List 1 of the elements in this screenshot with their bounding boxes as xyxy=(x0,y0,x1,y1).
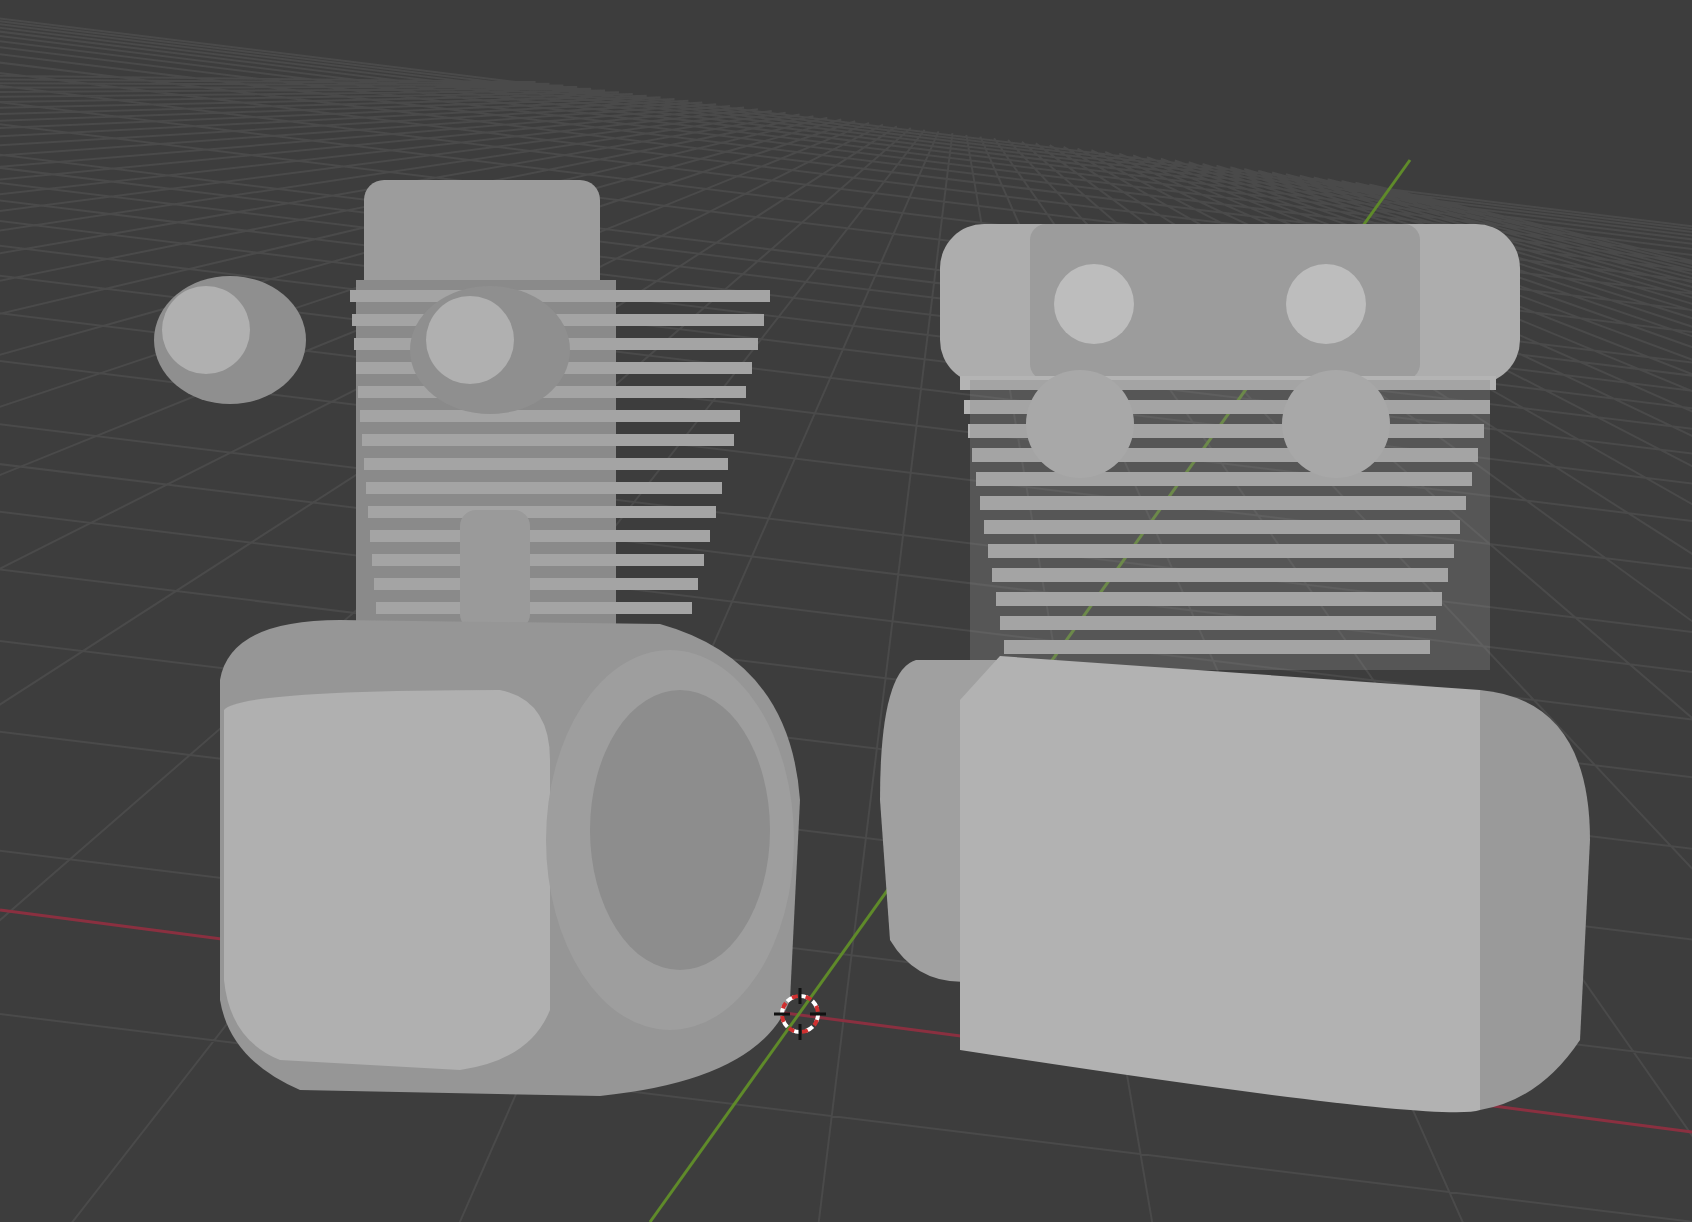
3d-cursor-icon[interactable] xyxy=(772,986,828,1042)
